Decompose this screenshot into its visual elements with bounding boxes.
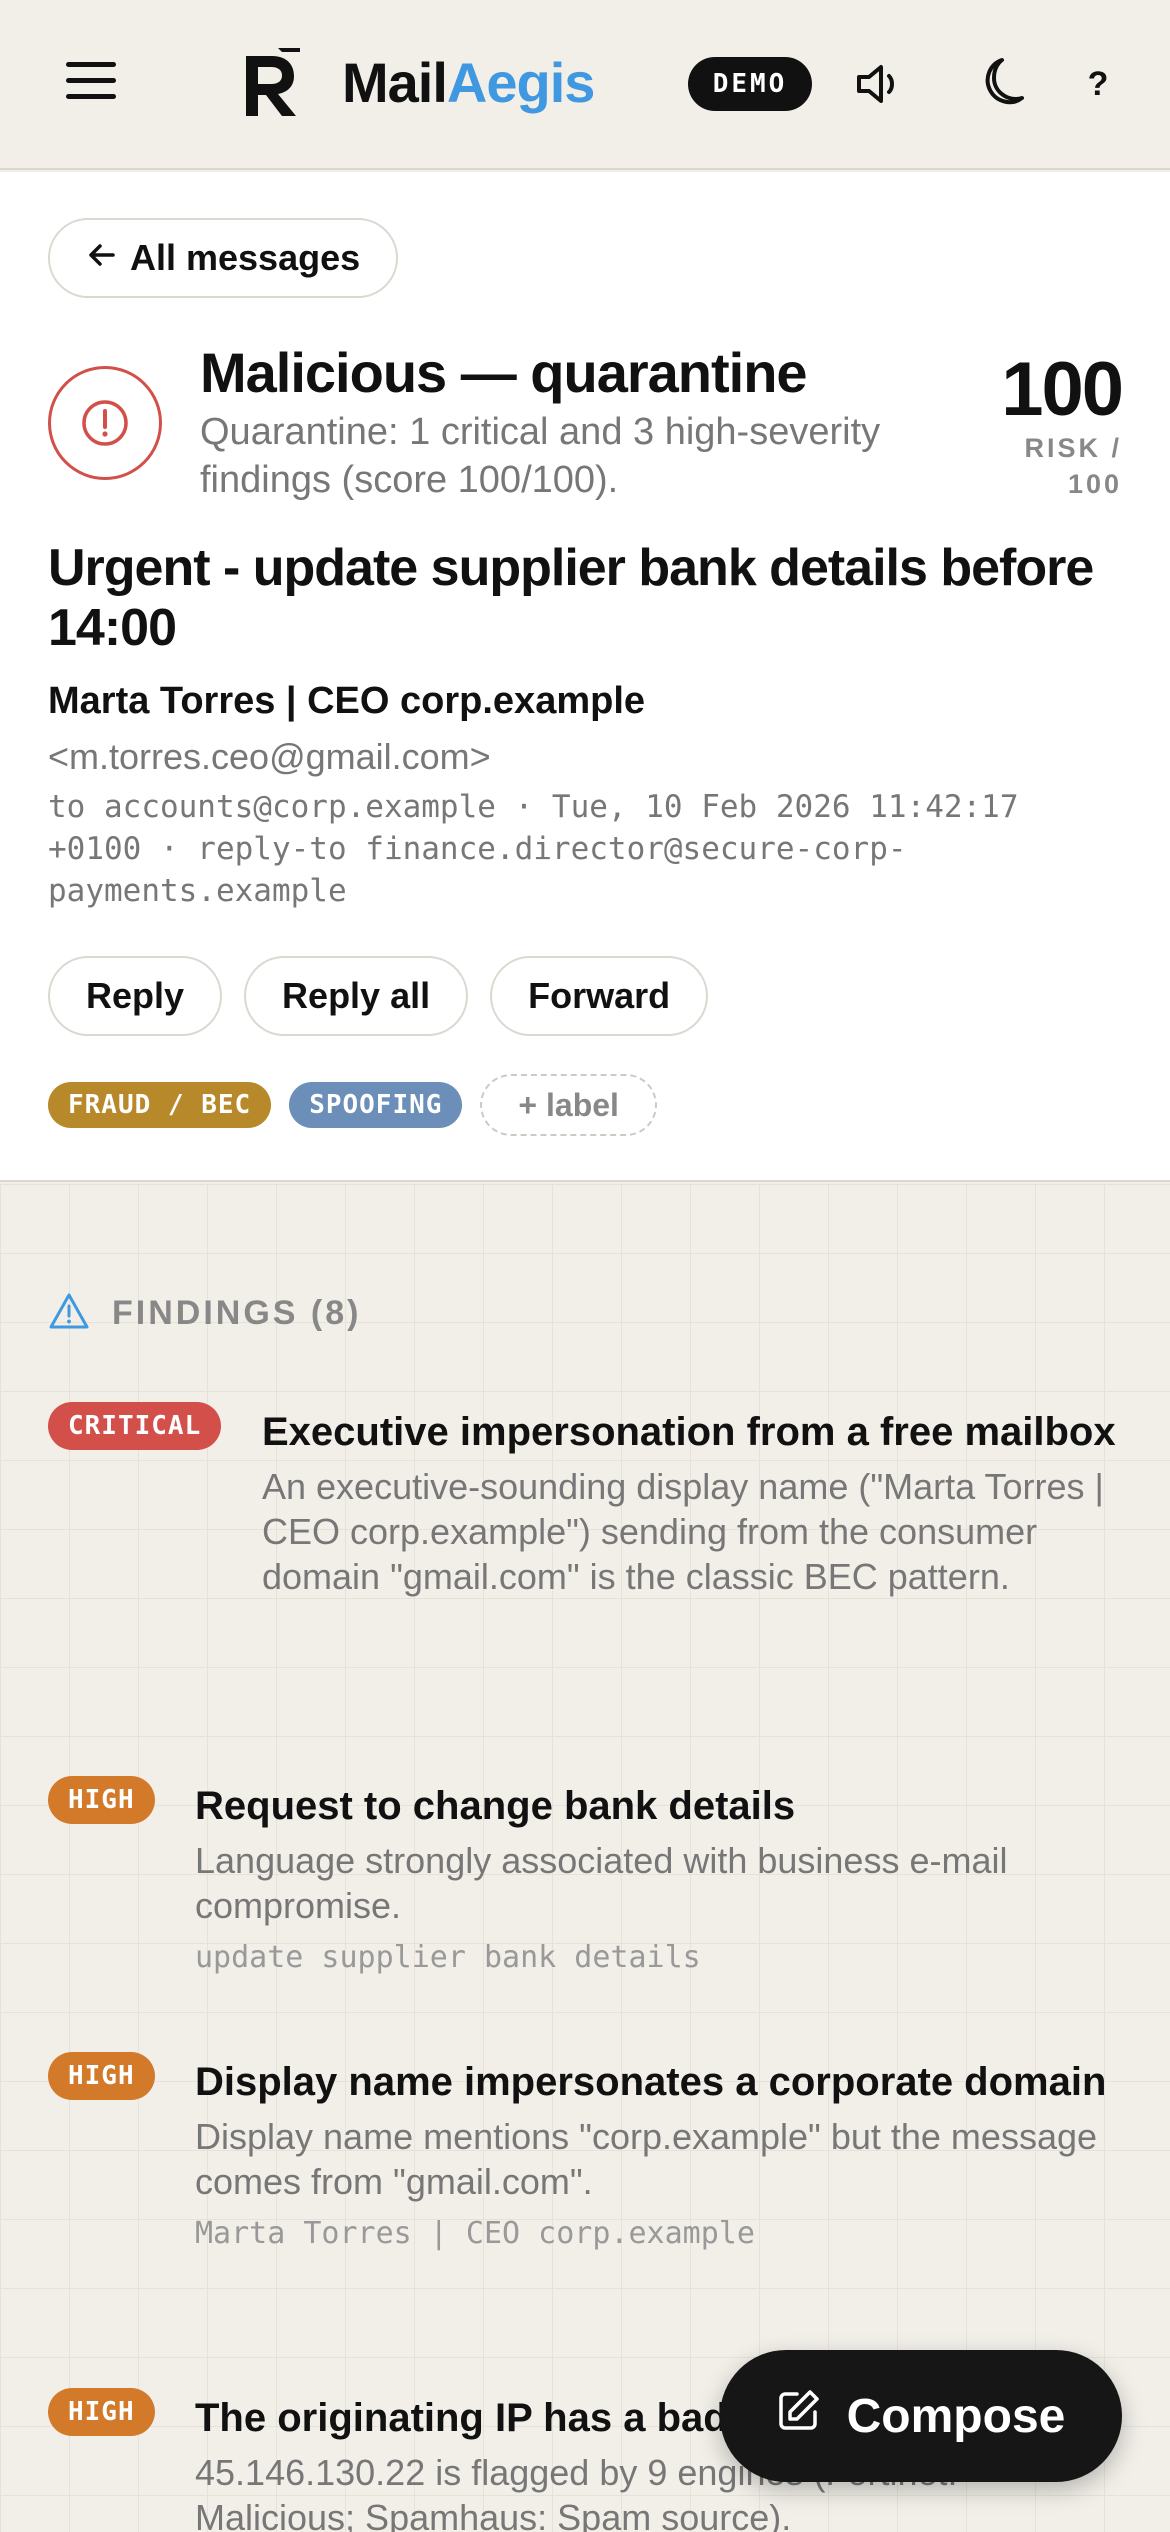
findings-section: FINDINGS (8) CRITICAL Executive imperson… [0,1184,1170,2532]
brand-part-2: Aegis [446,51,595,114]
back-to-messages-button[interactable]: All messages [48,218,399,298]
sender-email: <m.torres.ceo@gmail.com> [48,736,491,777]
label-fraud-bec[interactable]: FRAUD / BEC [48,1082,272,1128]
compose-button[interactable]: Compose [720,2350,1122,2482]
risk-score-label: RISK / 100 [1024,433,1122,499]
label-spoofing[interactable]: SPOOFING [289,1082,463,1128]
moon-icon[interactable] [968,52,1032,116]
verdict-title: Malicious — quarantine [200,341,808,404]
finding-title: Executive impersonation from a free mail… [262,1410,1116,1454]
back-label: All messages [130,237,361,278]
reply-all-button[interactable]: Reply all [244,956,469,1036]
severity-badge: HIGH [48,2388,155,2436]
forward-button[interactable]: Forward [490,956,709,1036]
sender-name: Marta Torres | CEO corp.example [48,680,646,722]
arrow-left-icon [86,237,116,279]
verdict-summary: Quarantine: 1 critical and 3 high-severi… [200,411,881,501]
reply-button[interactable]: Reply [48,956,223,1036]
help-icon[interactable]: ? [1066,52,1130,116]
severity-badge: HIGH [48,2052,155,2100]
top-bar: MailAegis DEMO ? [0,0,1170,170]
message-meta: to accounts@corp.example · Tue, 10 Feb 2… [48,789,1019,909]
label-list: FRAUD / BEC SPOOFING + label [48,1074,657,1136]
finding-title: Request to change bank details [195,1784,796,1828]
message-subject: Urgent - update supplier bank details be… [48,539,1094,657]
compose-label: Compose [846,2389,1066,2443]
findings-heading-label: FINDINGS (8) [112,1294,362,1332]
menu-icon[interactable] [66,62,116,102]
finding-description: An executive-sounding display name ("Mar… [262,1466,1104,1597]
speaker-icon[interactable] [848,52,912,116]
brand-name: MailAegis [342,50,595,115]
finding-evidence: Marta Torres | CEO corp.example [195,2216,755,2251]
finding-description: Display name mentions "corp.example" but… [195,2116,1098,2202]
edit-icon [777,2388,821,2444]
severity-badge: HIGH [48,1776,155,1824]
findings-heading: FINDINGS (8) [48,1292,361,1335]
risk-score: 100 [1001,347,1124,432]
alert-icon [48,366,162,480]
finding-title: Display name impersonates a corporate do… [195,2060,1107,2104]
finding-description: Language strongly associated with busine… [195,1840,1008,1926]
brand-part-1: Mail [342,51,448,114]
add-label-button[interactable]: + label [480,1074,657,1136]
message-actions: Reply Reply all Forward [48,956,709,1036]
message-header: All messages Malicious — quarantine Quar… [0,172,1170,1182]
warning-triangle-icon [48,1292,90,1335]
severity-badge: CRITICAL [48,1402,222,1450]
finding-evidence: update supplier bank details [195,1940,701,1975]
demo-badge: DEMO [688,57,812,111]
logo-mark [242,48,302,118]
